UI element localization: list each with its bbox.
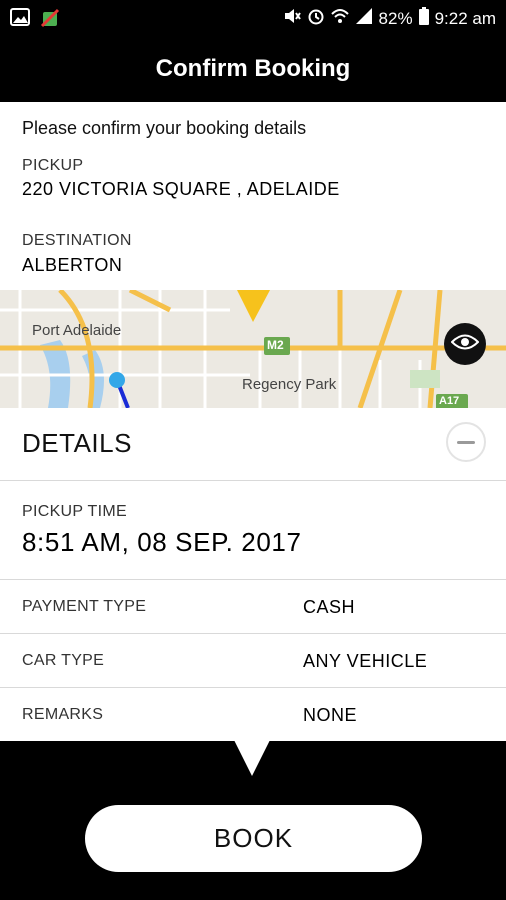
book-button[interactable]: BOOK bbox=[85, 805, 422, 872]
destination-label: DESTINATION bbox=[22, 232, 132, 249]
map-label-port-adelaide: Port Adelaide bbox=[32, 322, 122, 339]
payment-type-row: PAYMENT TYPE CASH bbox=[0, 580, 506, 634]
no-sim-icon bbox=[40, 8, 60, 33]
intro-text: Please confirm your booking details bbox=[22, 118, 307, 138]
pointer-triangle bbox=[234, 740, 270, 776]
image-icon bbox=[10, 8, 30, 33]
map-label-a17: A17 bbox=[439, 395, 460, 407]
remarks-value: NONE bbox=[303, 705, 358, 725]
pickup-time-label: PICKUP TIME bbox=[22, 503, 127, 520]
map-label-m2: M2 bbox=[267, 338, 284, 352]
payment-type-label: PAYMENT TYPE bbox=[22, 598, 147, 615]
pickup-label: PICKUP bbox=[22, 157, 84, 174]
destination-address: ALBERTON bbox=[22, 255, 123, 275]
details-title: DETAILS bbox=[22, 428, 132, 458]
booking-content: Please confirm your booking details PICK… bbox=[0, 102, 506, 742]
battery-icon bbox=[418, 7, 429, 30]
pickup-time-section: PICKUP TIME 8:51 AM, 08 SEP. 2017 bbox=[0, 481, 506, 580]
payment-type-value: CASH bbox=[303, 597, 356, 617]
remarks-label: REMARKS bbox=[22, 706, 104, 723]
details-header[interactable]: DETAILS bbox=[0, 408, 506, 481]
clock: 9:22 am bbox=[434, 8, 496, 28]
wifi-icon bbox=[330, 7, 349, 30]
view-map-button[interactable] bbox=[444, 323, 486, 365]
signal-icon bbox=[355, 7, 373, 30]
map-label-regency-park: Regency Park bbox=[242, 376, 337, 393]
car-type-row: CAR TYPE ANY VEHICLE bbox=[0, 634, 506, 688]
route-map[interactable]: Port Adelaide Regency Park M2 A17 bbox=[0, 290, 506, 408]
pickup-address: 220 VICTORIA SQUARE , ADELAIDE bbox=[22, 179, 340, 199]
page-title: Confirm Booking bbox=[155, 55, 351, 82]
app-bar: Confirm Booking bbox=[0, 36, 506, 102]
action-bar: BOOK bbox=[0, 740, 506, 900]
car-type-value: ANY VEHICLE bbox=[303, 651, 428, 671]
pickup-time-value: 8:51 AM, 08 SEP. 2017 bbox=[22, 527, 302, 557]
mute-icon bbox=[283, 7, 301, 30]
battery-text: 82% bbox=[378, 8, 413, 28]
collapse-button[interactable] bbox=[446, 422, 486, 462]
car-type-label: CAR TYPE bbox=[22, 652, 105, 669]
eye-icon bbox=[450, 333, 480, 356]
remarks-row: REMARKS NONE bbox=[0, 688, 506, 742]
alarm-icon bbox=[307, 7, 325, 30]
status-bar: 82% 9:22 am bbox=[0, 0, 506, 36]
